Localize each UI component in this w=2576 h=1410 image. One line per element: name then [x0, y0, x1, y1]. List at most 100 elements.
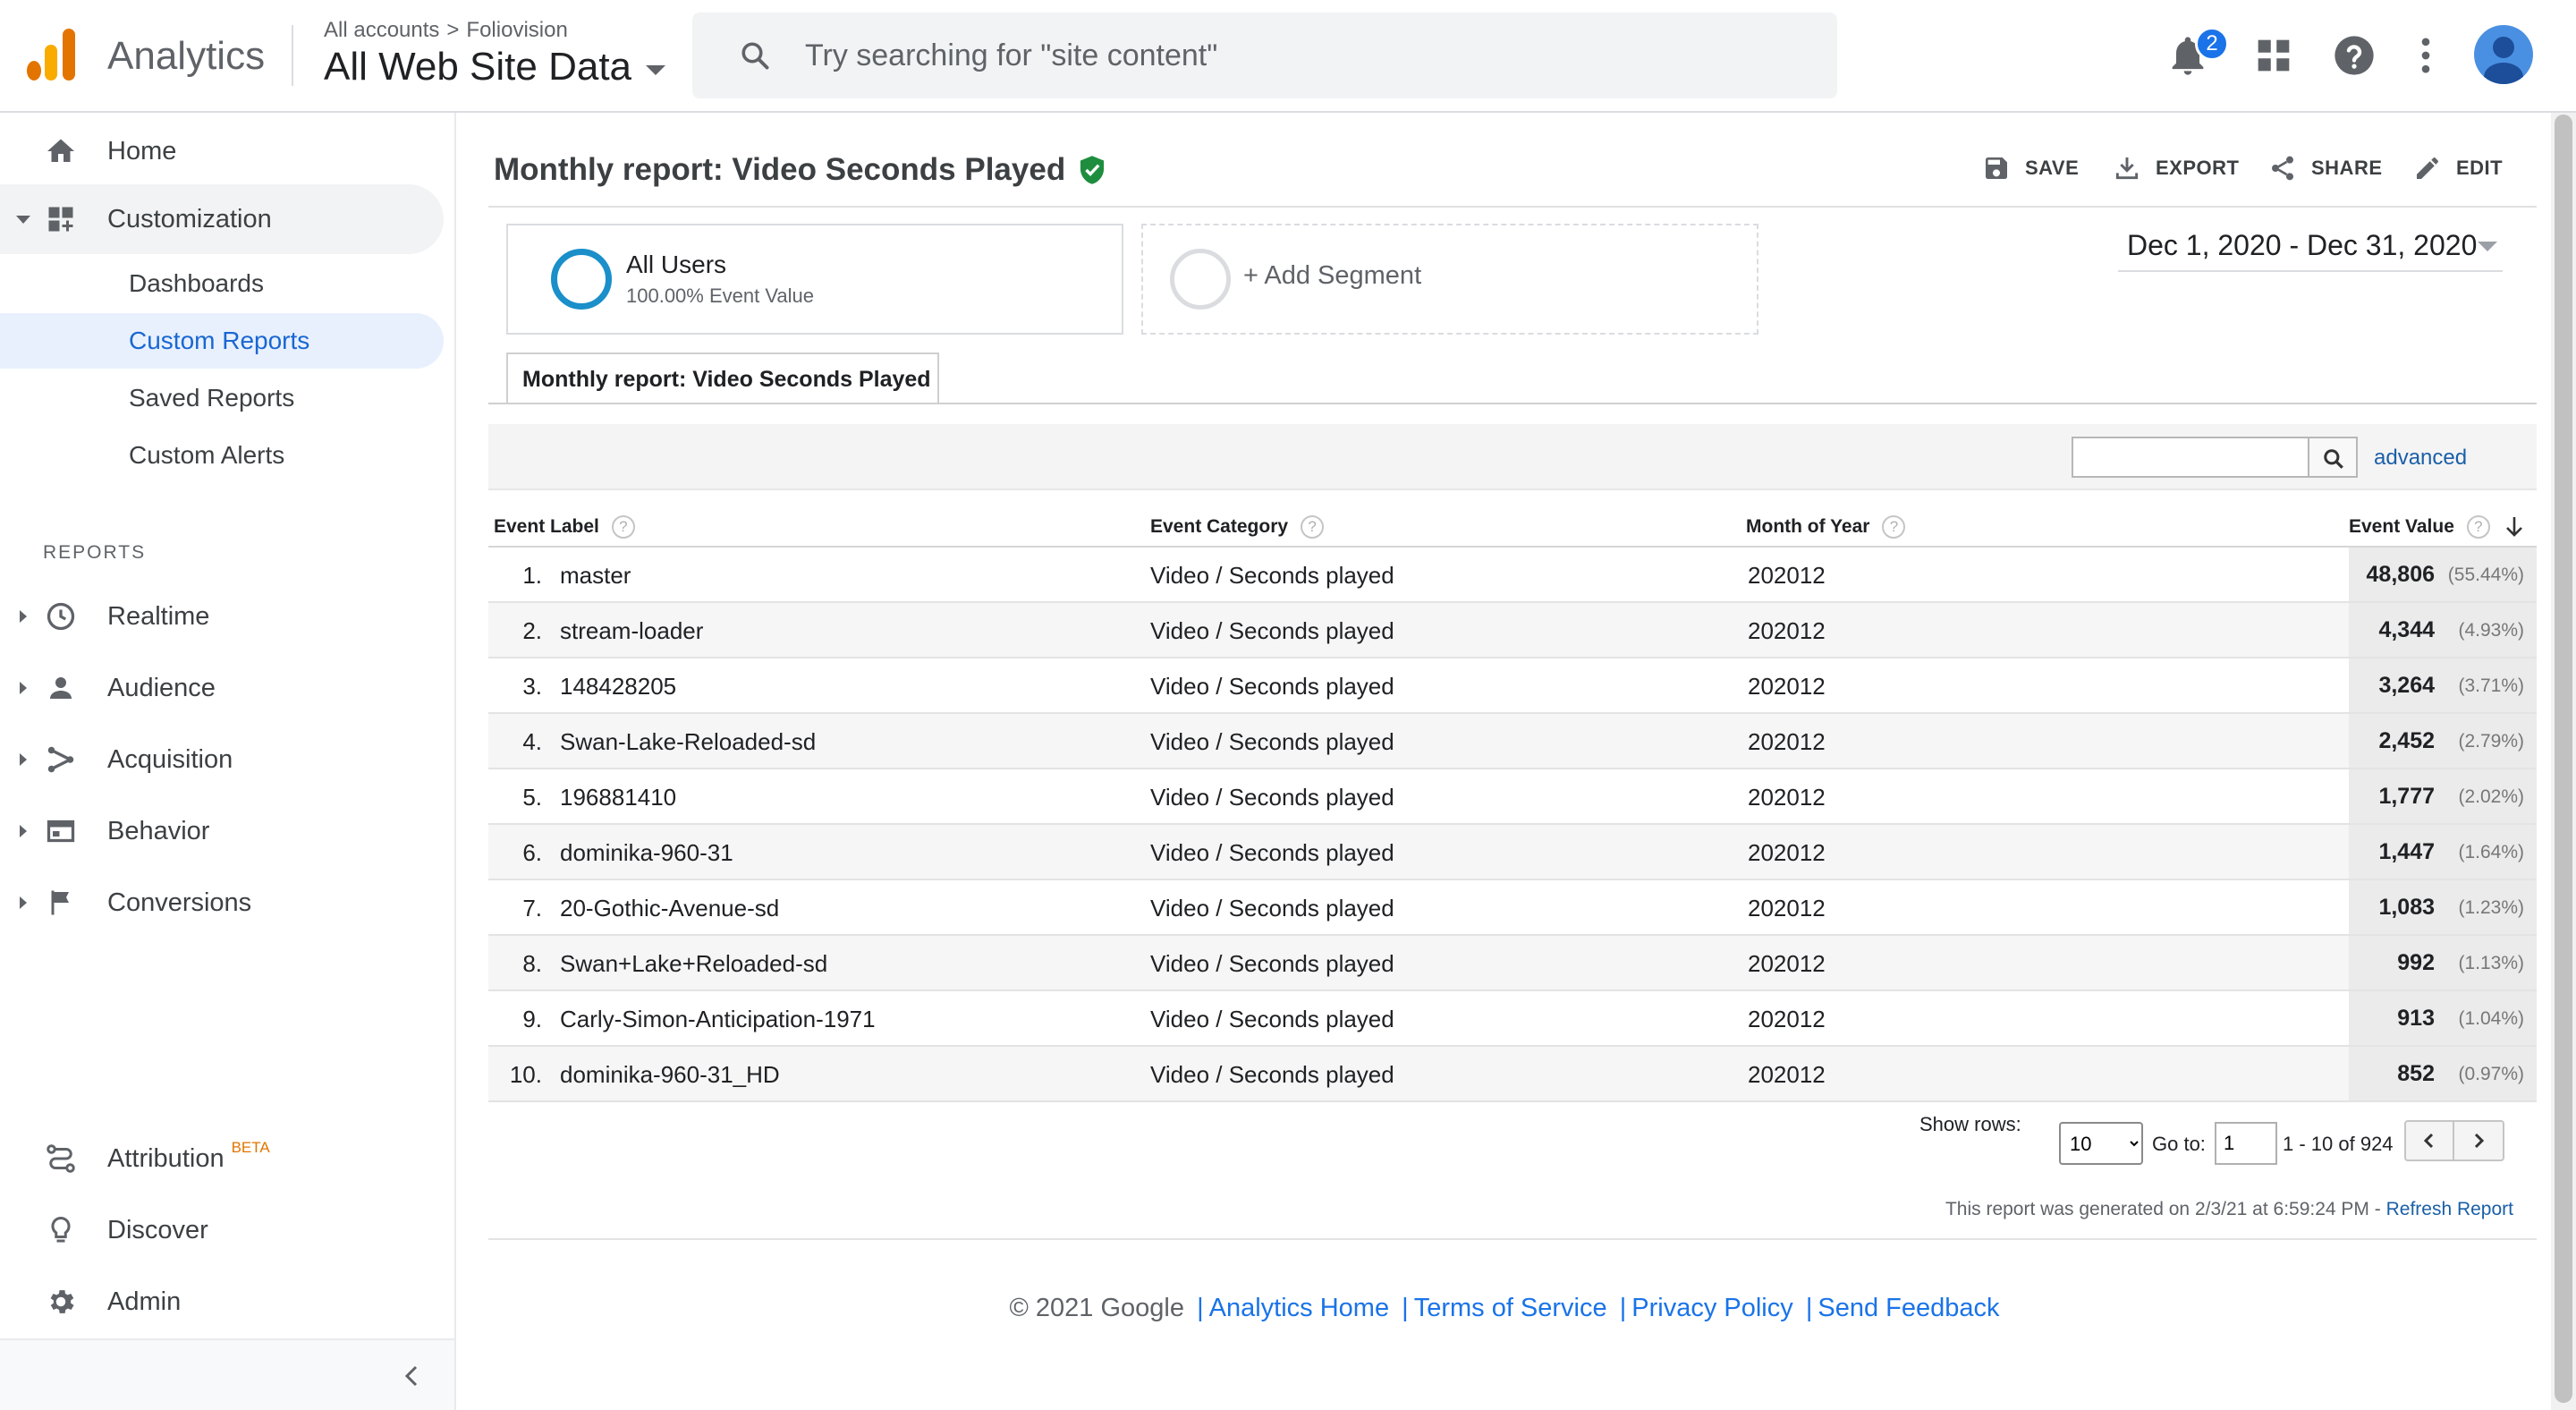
column-header-event-value[interactable]: Event Value?	[2349, 515, 2524, 539]
refresh-report-link[interactable]: Refresh Report	[2386, 1199, 2513, 1219]
month-of-year-cell: 202012	[1748, 1006, 1826, 1032]
sidebar-item-attribution[interactable]: Attribution BETA	[0, 1124, 444, 1193]
sidebar-item-behavior[interactable]: Behavior	[0, 796, 444, 866]
help-icon[interactable]: ?	[611, 515, 635, 539]
view-selector[interactable]: All Web Site Data	[324, 45, 666, 89]
event-label-link[interactable]: Swan+Lake+Reloaded-sd	[560, 950, 827, 978]
sidebar-item-label: Behavior	[107, 816, 210, 845]
add-segment-button[interactable]: + Add Segment	[1141, 224, 1758, 335]
column-header-month-of-year[interactable]: Month of Year?	[1746, 515, 1906, 539]
lightbulb-icon	[51, 1216, 71, 1243]
event-label-link[interactable]: master	[560, 562, 631, 590]
sidebar-item-customization[interactable]: Customization	[0, 184, 444, 254]
title-divider	[488, 206, 2537, 208]
notification-count-badge[interactable]: 2	[2195, 27, 2229, 61]
sidebar-subitem-saved-reports[interactable]: Saved Reports	[0, 370, 444, 426]
save-label: SAVE	[2025, 157, 2080, 179]
page-footer: © 2021 Google | Analytics Home | Terms of …	[458, 1294, 2551, 1323]
search-bar[interactable]	[692, 13, 1837, 98]
table-row: 7. 20-Gothic-Avenue-sd Video / Seconds pla…	[488, 880, 2537, 936]
goto-page-input[interactable]	[2215, 1122, 2277, 1165]
pagination-buttons	[2404, 1120, 2504, 1161]
analytics-logo-icon[interactable]	[27, 29, 75, 81]
table-row: 8. Swan+Lake+Reloaded-sd Video / Seconds p…	[488, 936, 2537, 991]
sidebar-item-conversions[interactable]: Conversions	[0, 868, 444, 938]
footer-link-terms[interactable]: Terms of Service	[1414, 1294, 1607, 1322]
sidebar-item-acquisition[interactable]: Acquisition	[0, 725, 444, 794]
expand-arrow-icon	[20, 896, 27, 909]
event-label-link[interactable]: dominika-960-31	[560, 839, 733, 867]
event-category-cell: Video / Seconds played	[1150, 1006, 1394, 1032]
sort-descending-icon[interactable]	[2504, 515, 2524, 539]
more-vert-icon[interactable]	[2402, 32, 2449, 79]
column-header-event-label[interactable]: Event Label?	[494, 515, 635, 539]
event-value-cell: 3,264 (3.71%)	[2349, 658, 2537, 712]
table-row: 10. dominika-960-31_HD Video / Seconds pla…	[488, 1047, 2537, 1102]
sidebar-subitem-label: Saved Reports	[129, 384, 295, 412]
event-label-link[interactable]: Swan-Lake-Reloaded-sd	[560, 728, 816, 756]
event-label-link[interactable]: stream-loader	[560, 617, 703, 645]
event-label-link[interactable]: Carly-Simon-Anticipation-1971	[560, 1006, 876, 1033]
show-rows-select[interactable]: 10	[2059, 1122, 2143, 1165]
apps-grid-icon[interactable]	[2250, 32, 2297, 79]
table-row: 2. stream-loader Video / Seconds played 202…	[488, 603, 2537, 658]
event-value-cell: 852 (0.97%)	[2349, 1047, 2537, 1100]
footer-link-analytics-home[interactable]: Analytics Home	[1209, 1294, 1389, 1322]
event-label-link[interactable]: dominika-960-31_HD	[560, 1061, 780, 1089]
edit-button[interactable]: EDIT	[2413, 154, 2503, 183]
footer-link-privacy[interactable]: Privacy Policy	[1631, 1294, 1793, 1322]
sidebar-item-audience[interactable]: Audience	[0, 653, 444, 723]
breadcrumb[interactable]: All accounts > Foliovision	[324, 18, 568, 43]
breadcrumb-account[interactable]: All accounts	[324, 18, 439, 42]
account-avatar[interactable]	[2474, 25, 2533, 84]
sidebar-subitem-custom-reports[interactable]: Custom Reports	[0, 313, 444, 369]
event-label-link[interactable]: 20-Gothic-Avenue-sd	[560, 895, 779, 922]
help-icon[interactable]: ?	[1882, 515, 1906, 539]
sidebar-item-realtime[interactable]: Realtime	[0, 582, 444, 651]
search-input[interactable]	[805, 32, 1789, 79]
column-header-event-category[interactable]: Event Category?	[1150, 515, 1325, 539]
tab-divider	[488, 403, 2537, 404]
help-icon[interactable]	[2331, 32, 2377, 79]
scrollbar-thumb[interactable]	[2555, 115, 2572, 1403]
filter-search-button[interactable]	[2308, 437, 2358, 478]
chevron-left-icon[interactable]	[401, 1363, 422, 1389]
segment-all-users[interactable]: All Users 100.00% Event Value	[506, 224, 1123, 335]
sidebar-item-discover[interactable]: Discover	[0, 1195, 444, 1265]
search-icon	[2324, 449, 2343, 469]
tab-monthly-report[interactable]: Monthly report: Video Seconds Played	[506, 352, 939, 404]
help-icon[interactable]: ?	[1301, 515, 1325, 539]
help-icon[interactable]: ?	[2466, 515, 2490, 539]
pagination-range: 1 - 10 of 924	[2283, 1133, 2394, 1155]
event-value: 1,447	[2378, 839, 2435, 864]
export-button[interactable]: EXPORT	[2113, 154, 2239, 183]
event-label-link[interactable]: 148428205	[560, 673, 676, 701]
next-page-button[interactable]	[2454, 1122, 2503, 1159]
date-range-picker[interactable]: Dec 1, 2020 - Dec 31, 2020	[2118, 227, 2503, 272]
previous-page-button[interactable]	[2406, 1122, 2455, 1159]
share-label: SHARE	[2311, 157, 2383, 179]
sidebar-item-admin[interactable]: Admin	[0, 1267, 444, 1337]
event-category-cell: Video / Seconds played	[1150, 617, 1394, 644]
collapse-sidebar-bar[interactable]	[0, 1338, 454, 1410]
acquisition-branch-icon	[47, 746, 74, 773]
event-label-link[interactable]: 196881410	[560, 784, 676, 811]
table-body: 1. master Video / Seconds played 202012 48,8…	[488, 548, 2537, 1102]
verified-shield-icon	[1080, 156, 1105, 184]
footer-link-feedback[interactable]: Send Feedback	[1818, 1294, 1999, 1322]
sidebar-item-label: Home	[107, 136, 177, 166]
page-scrollbar[interactable]	[2551, 113, 2576, 1410]
share-button[interactable]: SHARE	[2268, 154, 2383, 183]
month-of-year-cell: 202012	[1748, 673, 1826, 700]
event-category-cell: Video / Seconds played	[1150, 950, 1394, 977]
event-value: 3,264	[2378, 673, 2435, 698]
sidebar-subitem-dashboards[interactable]: Dashboards	[0, 256, 444, 311]
sidebar-subitem-custom-alerts[interactable]: Custom Alerts	[0, 428, 444, 483]
table-row: 3. 148428205 Video / Seconds played 202012 3…	[488, 658, 2537, 714]
table-filter-input[interactable]	[2072, 437, 2309, 478]
sidebar-item-label: Audience	[107, 673, 216, 702]
save-button[interactable]: SAVE	[1982, 154, 2079, 183]
advanced-filter-link[interactable]: advanced	[2374, 446, 2467, 471]
breadcrumb-property[interactable]: Foliovision	[466, 18, 567, 42]
sidebar-item-home[interactable]: Home	[0, 116, 444, 186]
